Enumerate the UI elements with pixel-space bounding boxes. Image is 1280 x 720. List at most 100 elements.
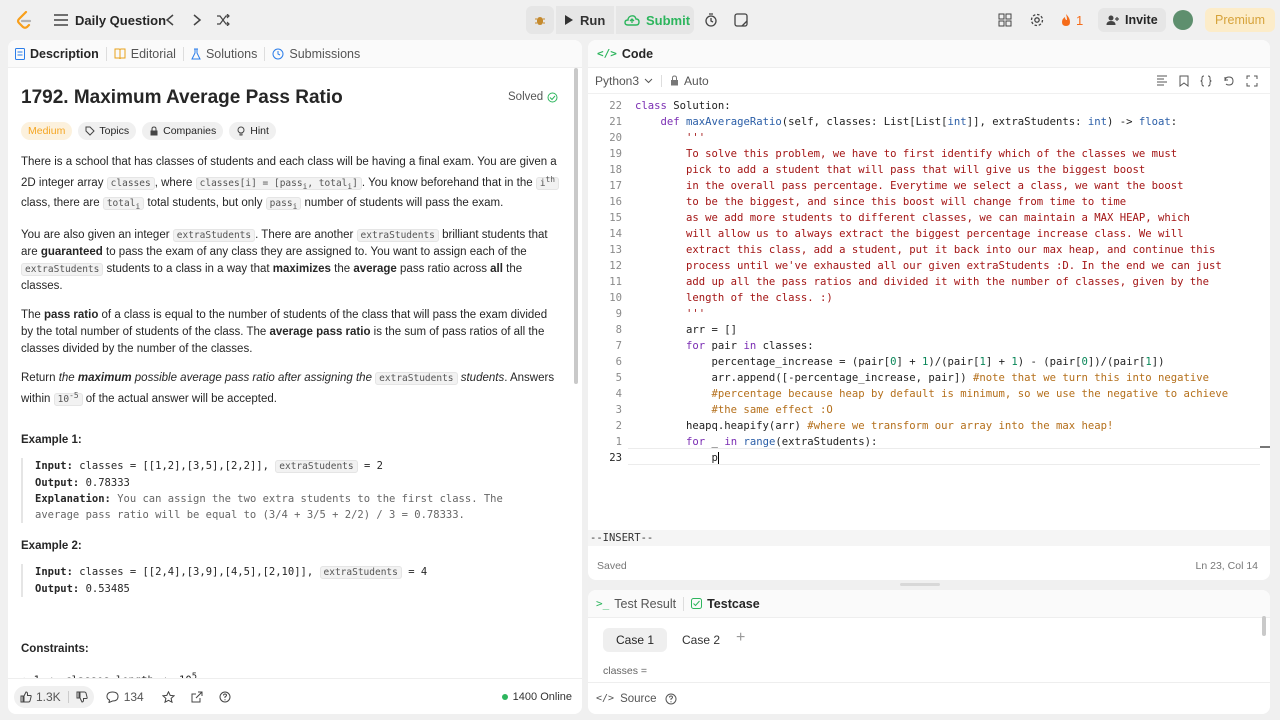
avatar[interactable] — [1173, 10, 1193, 30]
settings-gear-icon[interactable] — [1030, 0, 1044, 40]
auto-mode[interactable]: Auto — [670, 74, 709, 88]
tab-test-result[interactable]: >_ Test Result — [588, 597, 683, 611]
panel-resize-handle[interactable] — [900, 583, 940, 586]
example-1-explanation: You can assign the two extra students to… — [117, 493, 503, 505]
line-number: 1 — [615, 436, 622, 448]
leetcode-logo[interactable] — [16, 0, 32, 40]
line-number: 19 — [609, 148, 622, 160]
difficulty-badge[interactable]: Medium — [21, 122, 73, 140]
tag-row: Medium Topics Companies Hint — [21, 122, 282, 140]
help-circle-icon[interactable] — [219, 691, 231, 703]
shuffle-icon[interactable] — [216, 0, 230, 40]
test-footer: </> Source — [588, 682, 1270, 714]
line-number: 11 — [609, 276, 622, 288]
fire-icon — [1062, 14, 1070, 26]
comments-button[interactable]: 134 — [106, 690, 144, 704]
editor-actions — [1156, 75, 1258, 87]
layout-icon[interactable] — [998, 0, 1012, 40]
editor-toolbar: Python3 Auto — [588, 68, 1270, 94]
save-status: Saved — [597, 560, 627, 572]
example-2-title: Example 2: — [21, 540, 82, 552]
line-number: 18 — [609, 164, 622, 176]
code-line: #the same effect :O — [711, 404, 833, 416]
comment-count: 134 — [123, 689, 144, 704]
example-1: Example 1: Input: classes = [[1,2],[3,5]… — [21, 434, 561, 529]
line-number: 21 — [609, 116, 622, 128]
star-icon[interactable] — [161, 690, 175, 703]
test-scrollbar[interactable] — [1262, 616, 1266, 636]
run-button[interactable]: Run — [556, 6, 614, 34]
terminal-icon: >_ — [596, 597, 610, 610]
cloud-upload-icon — [624, 15, 640, 26]
format-icon[interactable] — [1156, 75, 1168, 86]
submit-button[interactable]: Submit — [616, 6, 694, 34]
code-line: pick to add a student that will pass tha… — [635, 164, 1146, 176]
description-paragraph: There is a school that has classes of st… — [21, 154, 561, 215]
description-footer: 1.3K 134 1400 Online — [8, 678, 582, 714]
source-button[interactable]: Source — [620, 693, 656, 705]
code-line: arr.append([-percentage_increase, pair])… — [635, 372, 1210, 384]
code-line: heapq.heapify(arr) #where we transform o… — [635, 420, 1114, 432]
tab-testcase-label: Testcase — [707, 596, 760, 611]
code-line: extract this class, add a student, put i… — [635, 244, 1216, 256]
constraints-title: Constraints: — [21, 643, 89, 655]
invite-button[interactable]: Invite — [1098, 8, 1166, 32]
online-dot — [501, 693, 508, 700]
code-line: will allow us to always extract the bigg… — [635, 228, 1184, 240]
code-panel: </> Code Python3 Auto 22 class Solution: … — [588, 40, 1270, 580]
history-icon — [272, 48, 284, 59]
add-case-icon[interactable]: + — [736, 629, 745, 647]
daily-question-title[interactable]: Daily Question — [75, 0, 166, 40]
bookmark-icon[interactable] — [1179, 75, 1189, 87]
like-button[interactable]: 1.3K — [14, 685, 94, 708]
prev-problem-icon[interactable] — [165, 0, 175, 40]
topics-pill[interactable]: Topics — [78, 122, 137, 140]
solved-label: Solved — [508, 91, 544, 103]
tab-submissions[interactable]: Submissions — [265, 47, 367, 61]
code-line: for pair in classes: — [686, 340, 814, 352]
tab-solutions[interactable]: Solutions — [184, 47, 264, 61]
like-count: 1.3K — [36, 689, 61, 704]
example-1-explanation-cont: average pass ratio will be equal to (3/4… — [35, 509, 465, 521]
classes-field-label: classes = — [603, 665, 648, 677]
case-2-tab[interactable]: Case 2 — [670, 628, 732, 652]
line-number: 13 — [609, 244, 622, 256]
notes-icon[interactable] — [734, 0, 748, 40]
code-line: ''' — [635, 308, 706, 320]
online-indicator: 1400 Online — [501, 691, 572, 703]
tag-icon — [85, 126, 96, 136]
streak-counter[interactable]: 1 — [1060, 0, 1083, 40]
code-editor[interactable]: 22 class Solution: 21 def maxAverageRatio… — [588, 96, 1270, 526]
timer-icon[interactable] — [704, 0, 718, 40]
line-number: 20 — [609, 132, 622, 144]
line-number: 17 — [609, 180, 622, 192]
code-line: for _ in range(extraStudents): — [686, 436, 878, 448]
tab-code[interactable]: </> Code — [588, 47, 660, 61]
add-user-icon — [1106, 15, 1119, 25]
language-selector[interactable]: Python3 — [595, 74, 653, 88]
debug-icon[interactable] — [526, 6, 554, 34]
tab-description[interactable]: Description — [8, 47, 106, 61]
lightbulb-icon — [237, 126, 245, 136]
case-1-tab[interactable]: Case 1 — [603, 628, 668, 652]
line-number: 6 — [615, 356, 622, 368]
hint-pill[interactable]: Hint — [229, 122, 276, 140]
tab-testcase[interactable]: Testcase — [684, 597, 767, 611]
test-tabs: >_ Test Result Testcase — [588, 590, 1270, 618]
next-problem-icon[interactable] — [192, 0, 202, 40]
companies-pill[interactable]: Companies — [142, 122, 224, 140]
thumbs-down-icon[interactable] — [76, 691, 88, 703]
like-divider — [67, 690, 69, 703]
reset-icon[interactable] — [1223, 75, 1235, 87]
maximize-icon[interactable] — [1246, 75, 1258, 87]
share-icon[interactable] — [191, 691, 203, 703]
description-scrollbar[interactable] — [574, 68, 578, 384]
tab-editorial[interactable]: Editorial — [107, 47, 183, 61]
problem-title: 1792. Maximum Average Pass Ratio — [21, 87, 343, 108]
code-line: ''' — [635, 132, 706, 144]
help-circle-icon[interactable] — [665, 693, 677, 705]
braces-icon[interactable] — [1200, 75, 1212, 87]
problem-list-icon[interactable] — [54, 0, 68, 40]
tab-code-label: Code — [621, 46, 654, 61]
premium-button[interactable]: Premium — [1205, 8, 1276, 32]
